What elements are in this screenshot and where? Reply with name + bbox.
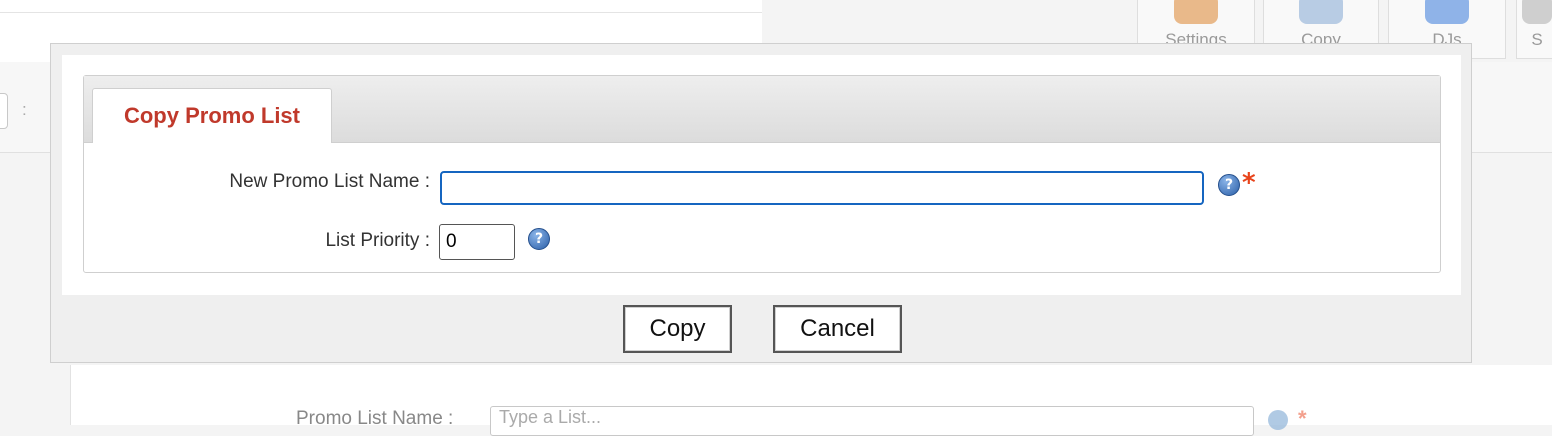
background-help-icon[interactable] bbox=[1268, 410, 1288, 430]
copy-icon bbox=[1299, 0, 1343, 24]
name-help-icon[interactable]: ? bbox=[1218, 174, 1240, 196]
background-promo-list-label: Promo List Name : bbox=[296, 408, 454, 429]
djs-icon bbox=[1425, 0, 1469, 24]
copy-promo-list-dialog: Copy Promo List New Promo List Name : ? … bbox=[50, 43, 1472, 363]
background-promo-list-input[interactable]: Type a List... bbox=[490, 406, 1254, 436]
settings-icon bbox=[1174, 0, 1218, 24]
list-priority-input[interactable] bbox=[439, 224, 515, 260]
panel-header: Copy Promo List bbox=[84, 76, 1440, 143]
background-required-mark: * bbox=[1298, 406, 1307, 431]
required-icon: * bbox=[1242, 168, 1256, 198]
toolbar-more-label: S bbox=[1531, 30, 1543, 49]
tab-copy-promo-list[interactable]: Copy Promo List bbox=[92, 88, 332, 143]
list-priority-label: List Priority : bbox=[325, 230, 430, 251]
copy-button[interactable]: Copy bbox=[623, 305, 732, 353]
dialog-content: Copy Promo List New Promo List Name : ? … bbox=[62, 55, 1461, 295]
priority-help-icon[interactable]: ? bbox=[528, 228, 550, 250]
toolbar-more-button[interactable]: S bbox=[1516, 0, 1552, 59]
background-field[interactable] bbox=[0, 93, 8, 129]
more-icon bbox=[1522, 0, 1552, 24]
background-divider bbox=[0, 12, 762, 13]
new-promo-list-name-label: New Promo List Name : bbox=[229, 171, 430, 192]
cancel-button[interactable]: Cancel bbox=[773, 305, 902, 353]
background-separator: : bbox=[22, 100, 27, 119]
form-panel: Copy Promo List New Promo List Name : ? … bbox=[83, 75, 1441, 273]
new-promo-list-name-input[interactable] bbox=[440, 171, 1204, 205]
